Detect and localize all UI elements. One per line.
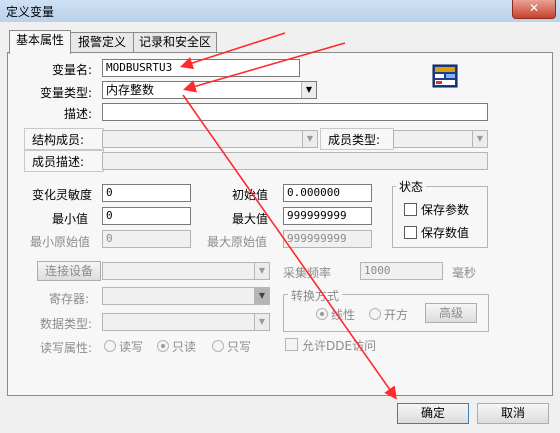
member-type-label: 成员类型: [328,133,381,147]
dropdown-arrow-icon[interactable]: ▼ [301,82,316,98]
dropdown-arrow-icon[interactable]: ▼ [302,131,317,147]
tab-basic-properties[interactable]: 基本属性 [9,30,71,54]
convert-group-title: 转换方式 [288,287,343,304]
data-type-select[interactable]: ▼ [102,313,270,331]
convert-linear-label: 线性 [331,308,356,322]
save-values-label: 保存数值 [421,226,470,240]
member-desc-label: 成员描述: [32,155,85,169]
init-value-label: 初始值 [232,188,269,202]
title-bar: 定义变量 ✕ [0,0,560,23]
window-title: 定义变量 [6,5,55,19]
convert-linear-radio[interactable] [316,308,328,320]
sample-freq-input[interactable]: 1000 [360,262,443,280]
rw-writeonly-label: 只写 [227,340,252,354]
dropdown-arrow-icon[interactable]: ▼ [254,263,269,279]
variable-icon [432,64,458,88]
dropdown-arrow-icon[interactable]: ▼ [254,314,269,330]
sample-freq-label: 采集频率 [283,266,332,280]
var-type-select[interactable]: 内存整数 ▼ [102,81,317,99]
allow-dde-label: 允许DDE访问 [302,339,377,353]
cancel-button[interactable]: 取消 [477,403,549,424]
convert-sqrt-label: 开方 [384,308,409,322]
register-label: 寄存器: [49,292,90,306]
advanced-button[interactable]: 高级 [425,303,477,323]
min-value-label: 最小值 [52,212,89,226]
ok-button[interactable]: 确定 [397,403,469,424]
var-name-input[interactable]: MODBUSRTU3 [102,59,300,77]
description-label: 描述: [64,107,93,121]
max-value-input[interactable]: 999999999 [283,207,372,225]
struct-member-label: 结构成员: [32,133,85,147]
sensitivity-input[interactable]: 0 [102,184,191,202]
data-type-label: 数据类型: [40,317,93,331]
convert-sqrt-radio[interactable] [369,308,381,320]
rw-readwrite-radio[interactable] [104,340,116,352]
max-value-label: 最大值 [232,212,269,226]
struct-member-select[interactable]: ▼ [102,130,318,148]
register-select[interactable]: ▼ [102,287,270,305]
rw-readonly-radio[interactable] [157,340,169,352]
var-type-value: 内存整数 [106,83,155,97]
sensitivity-label: 变化灵敏度 [32,188,93,202]
close-icon: ✕ [528,1,540,15]
device-select[interactable]: ▼ [102,262,270,280]
close-button[interactable]: ✕ [512,0,556,19]
dropdown-arrow-icon[interactable]: ▼ [472,131,487,147]
rw-writeonly-radio[interactable] [212,340,224,352]
member-type-select[interactable]: ▼ [393,130,488,148]
rw-attr-label: 读写属性: [40,341,93,355]
member-desc-input[interactable] [102,152,488,170]
var-type-label: 变量类型: [40,86,93,100]
save-values-checkbox[interactable] [404,226,417,239]
var-name-label: 变量名: [52,63,93,77]
min-raw-input[interactable]: 0 [102,230,191,248]
connect-device-button[interactable]: 连接设备 [37,261,101,281]
allow-dde-checkbox[interactable] [285,338,298,351]
init-value-input[interactable]: 0.000000 [283,184,372,202]
save-params-label: 保存参数 [421,203,470,217]
sample-freq-unit: 毫秒 [452,266,477,280]
state-group-title: 状态 [396,178,427,195]
tab-record-and-security[interactable]: 记录和安全区 [133,32,217,53]
min-raw-label: 最小原始值 [30,235,91,249]
max-raw-input[interactable]: 999999999 [283,230,372,248]
max-raw-label: 最大原始值 [207,235,268,249]
rw-readwrite-label: 读写 [119,340,144,354]
min-value-input[interactable]: 0 [102,207,191,225]
save-params-checkbox[interactable] [404,203,417,216]
description-input[interactable] [102,103,488,121]
tab-alarm-definition[interactable]: 报警定义 [70,32,134,53]
rw-readonly-label: 只读 [172,340,197,354]
dropdown-arrow-icon[interactable]: ▼ [254,288,269,304]
